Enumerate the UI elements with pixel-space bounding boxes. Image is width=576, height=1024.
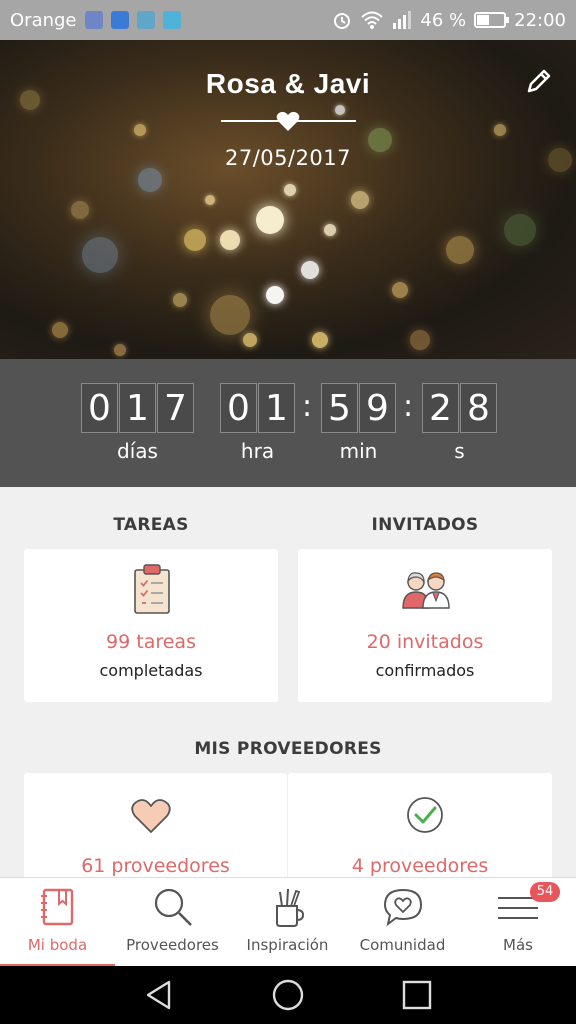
bokeh-spot xyxy=(134,124,146,136)
nav-inspiracion[interactable]: Inspiración xyxy=(230,878,345,967)
bokeh-spot xyxy=(335,105,345,115)
nav-label: Mi boda xyxy=(27,936,88,954)
guests-card[interactable]: 20 invitados confirmados xyxy=(298,549,552,702)
heart-icon xyxy=(276,111,300,131)
nav-mi-boda[interactable]: Mi boda xyxy=(0,878,115,967)
bokeh-spot xyxy=(243,333,257,347)
saved-providers-card[interactable]: 61 proveedores xyxy=(24,773,287,877)
countdown-seconds-digit: 2 xyxy=(422,383,459,433)
minutes-label: min xyxy=(339,439,378,463)
bokeh-spot xyxy=(138,168,162,192)
nav-comunidad[interactable]: Comunidad xyxy=(345,878,460,967)
system-navigation-bar xyxy=(0,966,576,1024)
countdown-hours-digit: 1 xyxy=(258,383,295,433)
signal-icon xyxy=(393,11,412,29)
countdown-colon: : xyxy=(302,389,313,424)
couple-icon xyxy=(402,572,450,609)
bokeh-spot xyxy=(301,261,319,279)
bokeh-spot xyxy=(284,184,296,196)
shield-app-icon xyxy=(110,11,129,29)
couple-names: Rosa & Javi xyxy=(205,68,371,99)
nav-label: Comunidad xyxy=(359,936,446,954)
bokeh-spot xyxy=(324,224,336,236)
countdown-days-digit: 0 xyxy=(81,383,118,433)
nav-label: Más xyxy=(503,936,533,954)
pencil-cup-icon xyxy=(276,888,305,927)
check-circle-icon xyxy=(407,797,443,833)
bokeh-spot xyxy=(266,286,284,304)
bokeh-spot xyxy=(504,214,536,246)
bokeh-spot xyxy=(114,344,126,356)
bokeh-spot xyxy=(392,282,408,298)
clock: 22:00 xyxy=(514,9,566,31)
days-label: días xyxy=(117,439,158,463)
countdown-days-digit: 1 xyxy=(119,383,156,433)
battery-icon xyxy=(474,12,510,28)
guests-subtitle: confirmados xyxy=(375,661,475,680)
status-bar: Orange 46 % 22:00 xyxy=(0,0,576,40)
status-right: 46 % 22:00 xyxy=(332,10,566,31)
back-icon[interactable] xyxy=(142,978,176,1012)
bokeh-spot xyxy=(173,293,187,307)
bokeh-spot xyxy=(351,191,369,209)
seconds-label: s xyxy=(454,439,465,463)
heart-icon xyxy=(131,799,171,833)
saved-providers-count: 61 proveedores xyxy=(81,855,230,877)
countdown-seconds-digit: 8 xyxy=(460,383,497,433)
hours-label: hra xyxy=(240,439,275,463)
providers-section-title: MIS PROVEEDORES xyxy=(194,739,382,759)
chat-heart-icon xyxy=(383,888,423,927)
countdown-hours-digit: 0 xyxy=(220,383,257,433)
notification-badge: 54 xyxy=(530,882,560,902)
bokeh-spot xyxy=(52,322,68,338)
nav-label: Proveedores xyxy=(126,936,219,954)
status-left: Orange xyxy=(10,10,181,31)
wedding-date: 27/05/2017 xyxy=(224,146,352,170)
tasks-section-title: TAREAS xyxy=(113,515,189,535)
gallery-app-icon xyxy=(136,11,155,29)
bokeh-spot xyxy=(210,295,250,335)
tasks-card[interactable]: 99 tareas completadas xyxy=(24,549,278,702)
pencil-icon[interactable] xyxy=(524,66,554,96)
tasks-count: 99 tareas xyxy=(106,631,196,653)
bokeh-spot xyxy=(184,229,206,251)
nav-proveedores[interactable]: Proveedores xyxy=(115,878,230,967)
countdown-minutes-digit: 9 xyxy=(359,383,396,433)
hired-providers-count: 4 proveedores xyxy=(351,855,489,877)
health-app-icon xyxy=(84,11,103,29)
hired-providers-card[interactable]: 4 proveedores xyxy=(288,773,552,877)
battery-fill xyxy=(477,15,490,25)
countdown: 0 1 7 0 1 : 5 9 : 2 8 días hra min s xyxy=(0,359,576,487)
guests-count: 20 invitados xyxy=(366,631,484,653)
recents-icon[interactable] xyxy=(400,978,434,1012)
dashboard-content: TAREAS INVITADOS 99 tareas completadas 2… xyxy=(0,487,576,877)
hero-banner: Rosa & Javi 27/05/2017 xyxy=(0,40,576,359)
notebook-icon xyxy=(41,888,74,926)
countdown-days-digit: 7 xyxy=(157,383,194,433)
clipboard-icon xyxy=(134,564,170,614)
search-icon xyxy=(154,888,192,926)
download-app-icon xyxy=(162,11,181,29)
wifi-icon xyxy=(361,11,384,29)
nav-mas[interactable]: 54 Más xyxy=(460,878,576,967)
carrier-label: Orange xyxy=(10,9,77,31)
nav-label: Inspiración xyxy=(246,936,329,954)
tasks-subtitle: completadas xyxy=(99,661,203,680)
bokeh-spot xyxy=(410,330,430,350)
alarm-icon xyxy=(334,13,351,29)
home-icon[interactable] xyxy=(271,978,305,1012)
battery-percent: 46 % xyxy=(420,9,467,31)
bottom-navigation: Mi boda Proveedores Inspiración Comunida… xyxy=(0,877,576,967)
bokeh-spot xyxy=(446,236,474,264)
countdown-minutes-digit: 5 xyxy=(321,383,358,433)
bokeh-spot xyxy=(312,332,328,348)
bokeh-spot xyxy=(82,237,118,273)
bokeh-spot xyxy=(220,230,240,250)
bokeh-spot xyxy=(256,206,284,234)
guests-section-title: INVITADOS xyxy=(371,515,479,535)
bokeh-spot xyxy=(71,201,89,219)
bokeh-spot xyxy=(494,124,506,136)
countdown-colon: : xyxy=(403,389,414,424)
bokeh-spot xyxy=(205,195,215,205)
